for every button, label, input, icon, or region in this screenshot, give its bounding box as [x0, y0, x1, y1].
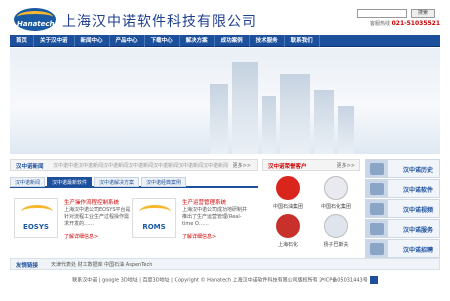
petrochina-logo-icon: [276, 176, 300, 200]
company-name: 上海汉中诺软件科技有限公司: [62, 14, 257, 30]
banner-building: [338, 106, 354, 154]
product-eosys: EOSYS 生产操作流程控制系统 上海汉中诺公司EOSYS平台是针对流程工业生产…: [14, 195, 134, 245]
sidebar-item-history[interactable]: 汉中诺历史: [365, 159, 440, 178]
nav-support[interactable]: 技术服务: [250, 35, 285, 47]
product-more-link[interactable]: 了解详细信息>: [182, 233, 216, 240]
customer-name: 扬子巴斯夫: [323, 242, 349, 248]
footer-text: 联系汉中诺 | google 3D地址 | 百度3D地址 | Copyright…: [72, 277, 368, 284]
eosys-logo[interactable]: EOSYS: [14, 198, 58, 238]
footer-badge-icon[interactable]: [369, 276, 378, 284]
content-tabs: 汉中诺新闻 汉中诺最新软件 汉中诺解决方案 汉中诺经典案例: [10, 177, 258, 188]
service-thumb-icon: [370, 223, 384, 235]
banner-building: [314, 90, 334, 154]
basf-logo-icon: [324, 214, 348, 238]
customer-shanghai-petrochem[interactable]: 上海石化: [266, 214, 310, 252]
product-more-link[interactable]: 了解详细信息>: [64, 233, 98, 240]
history-thumb-icon: [370, 163, 384, 175]
sidebar-links: 汉中诺历史 汉中诺软件 汉中诺视频 汉中诺服务 汉中诺招聘: [365, 159, 440, 258]
sidebar-label: 汉中诺视频: [402, 207, 433, 214]
links-title: 友情链接: [16, 263, 39, 269]
nav-products[interactable]: 产品中心: [110, 35, 145, 47]
hotline-label: 客服热线: [370, 21, 391, 27]
tab-latest-software[interactable]: 汉中诺最新软件: [47, 177, 93, 187]
customer-basf[interactable]: 扬子巴斯夫: [314, 214, 358, 252]
nav-about[interactable]: 关于汉中诺: [34, 35, 75, 47]
news-bar: 汉中诺新闻 汉中诺中诺汉中诺新闻汉中诺新闻汉中诺新闻汉中诺新闻汉中诺新闻汉中诺新…: [10, 159, 258, 171]
nav-news[interactable]: 新闻中心: [75, 35, 110, 47]
sinopec-logo-icon: [324, 176, 348, 200]
careers-thumb-icon: [370, 243, 384, 255]
company-logo[interactable]: Hanatech: [14, 8, 56, 31]
sidebar-label: 汉中诺服务: [402, 227, 433, 234]
customers-title: 汉中诺荣誉客户: [268, 164, 307, 170]
footer: 联系汉中诺 | google 3D地址 | 百度3D地址 | Copyright…: [10, 276, 440, 284]
links-list[interactable]: 天津代表处 财工数据库 中国石油 AspenTech: [51, 261, 152, 268]
sidebar-label: 汉中诺软件: [402, 187, 433, 194]
customers-more-link[interactable]: 更多>>: [337, 162, 355, 169]
arc-icon: [139, 205, 171, 219]
search-input[interactable]: [357, 9, 407, 18]
sidebar-label: 汉中诺招聘: [402, 247, 433, 254]
customer-name: 中国石化集团: [320, 204, 351, 210]
nav-contact[interactable]: 联系我们: [285, 35, 320, 47]
customer-sinopec[interactable]: 中国石化集团: [314, 176, 358, 214]
software-thumb-icon: [370, 183, 384, 195]
hotline: 客服热线 021-51035521: [370, 20, 440, 27]
sidebar-item-software[interactable]: 汉中诺软件: [365, 179, 440, 198]
news-ticker[interactable]: 汉中诺中诺汉中诺新闻汉中诺新闻汉中诺新闻汉中诺新闻汉中诺新闻汉中诺新闻: [53, 162, 228, 169]
customer-petrochina[interactable]: 中国石油集团: [266, 176, 310, 214]
banner-building: [232, 62, 258, 154]
nav-downloads[interactable]: 下载中心: [145, 35, 180, 47]
video-thumb-icon: [370, 203, 384, 215]
roms-logo[interactable]: ROMS: [132, 198, 176, 238]
product-description: 上海汉中诺公司EOSYS平台是针对流程工业生产过程操作需求开发的……: [64, 207, 131, 227]
hotline-number: 021-51035521: [391, 20, 441, 27]
main-nav: 首页 关于汉中诺 新闻中心 产品中心 下载中心 解决方案 成功案例 技术服务 联…: [10, 35, 440, 47]
nav-cases[interactable]: 成功案例: [215, 35, 250, 47]
sidebar-item-careers[interactable]: 汉中诺招聘: [365, 239, 440, 258]
banner-building: [262, 96, 276, 154]
news-title: 汉中诺新闻: [16, 164, 44, 170]
eosys-logo-text: EOSYS: [23, 223, 49, 231]
search-button[interactable]: 搜索: [411, 9, 435, 18]
product-title[interactable]: 生产运营管理系统: [182, 198, 226, 206]
banner-building: [280, 74, 310, 154]
tab-cases[interactable]: 汉中诺经典案例: [141, 177, 187, 187]
tab-solutions[interactable]: 汉中诺解决方案: [94, 177, 140, 187]
sidebar-item-service[interactable]: 汉中诺服务: [365, 219, 440, 238]
page: Hanatech 上海汉中诺软件科技有限公司 搜索 客服热线 021-51035…: [0, 0, 450, 301]
product-title[interactable]: 生产操作流程控制系统: [64, 198, 119, 206]
customer-name: 中国石油集团: [272, 204, 303, 210]
nav-solutions[interactable]: 解决方案: [180, 35, 215, 47]
roms-logo-text: ROMS: [142, 223, 166, 231]
product-roms: ROMS 生产运营管理系统 上海汉中诺公司成功地研制并推出了生产运营管理(Rea…: [132, 195, 252, 245]
nav-home[interactable]: 首页: [10, 35, 35, 47]
hero-banner: [10, 48, 440, 154]
sidebar-item-video[interactable]: 汉中诺视频: [365, 199, 440, 218]
logo-text: Hanatech: [17, 20, 55, 28]
arc-icon: [21, 205, 53, 219]
customer-name: 上海石化: [277, 242, 298, 248]
sidebar-label: 汉中诺历史: [402, 167, 433, 174]
shanghai-petrochem-logo-icon: [276, 214, 300, 238]
banner-building: [210, 84, 228, 154]
tab-news[interactable]: 汉中诺新闻: [10, 177, 46, 187]
news-more-link[interactable]: 更多>>: [233, 162, 251, 169]
customers-header: 汉中诺荣誉客户 更多>>: [262, 159, 360, 171]
friend-links: 友情链接 天津代表处 财工数据库 中国石油 AspenTech: [10, 258, 440, 270]
product-description: 上海汉中诺公司成功地研制并推出了生产运营管理(Real-time O……: [182, 207, 248, 227]
